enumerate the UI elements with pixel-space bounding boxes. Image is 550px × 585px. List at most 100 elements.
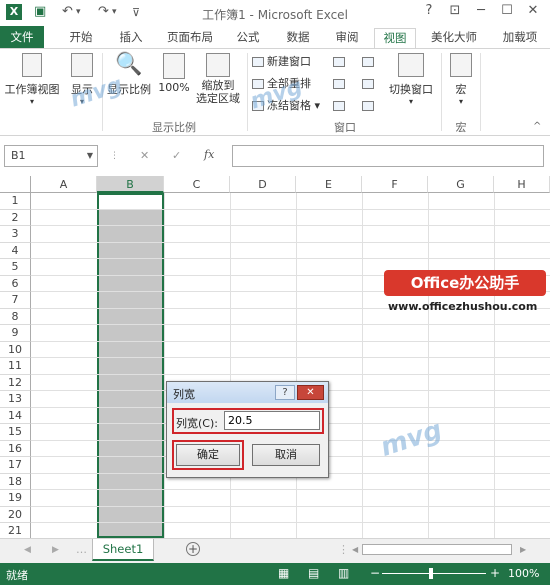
watermark-brand: Office办公助手 [384,270,546,296]
row-header[interactable]: 8 [0,308,31,325]
scroll-left-icon[interactable]: ◀ [352,545,358,554]
column-width-dialog: 列宽 ? ✕ 列宽(C): 20.5 确定 取消 [166,381,329,478]
dialog-titlebar[interactable]: 列宽 ? ✕ [167,382,328,403]
next-sheet-icon[interactable]: ▶ [52,545,59,555]
split-icon[interactable] [333,57,345,67]
row-header[interactable]: 14 [0,407,31,424]
row-header[interactable]: 7 [0,292,31,309]
zoom-in-icon[interactable]: + [490,566,500,580]
cancel-button[interactable]: 取消 [252,444,320,466]
zoom-slider[interactable] [382,573,486,574]
sheet-tab-sheet1[interactable]: Sheet1 [92,539,154,561]
switch-windows-icon [398,53,424,77]
help-icon[interactable]: ? [418,3,440,21]
page-break-view-icon[interactable]: ▥ [338,566,349,580]
unhide-icon[interactable] [333,101,345,111]
column-header-f[interactable]: F [362,176,428,193]
ok-button[interactable]: 确定 [176,444,240,466]
zoom-out-icon[interactable]: − [370,566,380,580]
formula-bar: B1 ▼ ⋮ ✕ ✓ fx [0,142,550,172]
tab-insert[interactable]: 插入 [112,29,150,48]
active-cell-b1[interactable] [99,195,162,209]
group-zoom-label: 显示比例 [152,121,196,134]
tab-home[interactable]: 开始 [62,29,100,48]
worksheet-grid[interactable]: A B C D E F G H 1 2 3 4 5 6 7 8 9 10 11 12 13 14 15 16 1… [0,176,550,540]
row-header[interactable]: 18 [0,473,31,490]
column-header-e[interactable]: E [296,176,362,193]
row-header[interactable]: 5 [0,259,31,276]
ribbon-display-icon[interactable]: ⊡ [444,3,466,21]
prev-sheet-icon[interactable]: ◀ [24,545,31,555]
hide-icon[interactable] [333,79,345,89]
selected-column-b[interactable] [97,193,164,538]
title-bar: X ▣ ↶ ▾ ↷ ▾ ⊽ 工作簿1 - Microsoft Excel ? ⊡… [0,0,550,26]
new-window-label: 新建窗口 [267,55,311,68]
zoom-slider-thumb[interactable] [429,568,433,579]
tab-beautify[interactable]: 美化大师 [426,29,482,48]
zoom-100-button[interactable]: 100% [156,53,192,94]
name-box[interactable]: B1 ▼ [4,145,98,167]
close-icon[interactable]: ✕ [522,3,544,21]
zoom-level[interactable]: 100% [508,567,539,580]
tab-file[interactable]: 文件 [0,26,44,48]
new-window-button[interactable]: 新建窗口 [252,54,311,70]
select-all-corner[interactable] [0,176,31,193]
reset-position-icon[interactable] [362,101,374,111]
enter-entry-icon[interactable]: ✓ [172,149,181,162]
maximize-icon[interactable]: ☐ [496,3,518,21]
tab-addins[interactable]: 加载项 [498,29,542,48]
row-header[interactable]: 10 [0,341,31,358]
page-layout-view-icon[interactable]: ▤ [308,566,319,580]
tab-review[interactable]: 审阅 [328,29,366,48]
row-header[interactable]: 6 [0,275,31,292]
switch-windows-button[interactable]: 切换窗口 ▾ [384,53,438,106]
collapse-ribbon-icon[interactable]: ^ [533,121,541,132]
row-header[interactable]: 15 [0,424,31,441]
workbook-view-icon [22,53,42,77]
row-header[interactable]: 12 [0,374,31,391]
column-header-h[interactable]: H [494,176,550,193]
cancel-entry-icon[interactable]: ✕ [140,149,149,162]
column-header-b[interactable]: B [97,176,164,193]
name-box-dropdown-icon[interactable]: ▼ [87,146,93,166]
row-header[interactable]: 19 [0,490,31,507]
horizontal-scrollbar[interactable] [362,544,512,555]
row-header[interactable]: 20 [0,506,31,523]
row-header[interactable]: 11 [0,358,31,375]
column-header-d[interactable]: D [230,176,296,193]
minimize-icon[interactable]: ─ [470,3,492,21]
tab-page-layout[interactable]: 页面布局 [162,29,218,48]
row-header[interactable]: 17 [0,457,31,474]
zoom-100-label: 100% [158,81,190,94]
tab-data[interactable]: 数据 [279,29,317,48]
status-text: 就绪 [6,569,28,582]
zoom-to-selection-button[interactable]: 缩放到 选定区域 [192,53,244,105]
tab-formulas[interactable]: 公式 [229,29,267,48]
row-header[interactable]: 3 [0,226,31,243]
status-bar: 就绪 ▦ ▤ ▥ − + 100% [0,563,550,585]
row-header[interactable]: 13 [0,391,31,408]
tab-view[interactable]: 视图 [374,28,416,48]
formula-input[interactable] [232,145,544,167]
dialog-close-icon[interactable]: ✕ [297,385,324,400]
sync-scroll-icon[interactable] [362,79,374,89]
normal-view-icon[interactable]: ▦ [278,566,289,580]
scroll-right-icon[interactable]: ▶ [520,545,526,554]
row-header[interactable]: 1 [0,193,31,210]
column-header-g[interactable]: G [428,176,494,193]
zoom-selection-icon [206,53,230,77]
new-sheet-icon[interactable]: + [186,542,200,556]
dialog-help-icon[interactable]: ? [275,385,295,400]
row-header[interactable]: 9 [0,325,31,342]
row-header[interactable]: 16 [0,440,31,457]
column-header-a[interactable]: A [31,176,97,193]
macros-button[interactable]: 宏 ▾ [446,53,476,106]
view-side-by-side-icon[interactable] [362,57,374,67]
insert-function-icon[interactable]: fx [204,148,214,161]
workbook-views-button[interactable]: 工作簿视图 ▾ [2,53,62,106]
macro-icon [450,53,472,77]
column-header-c[interactable]: C [164,176,230,193]
row-header[interactable]: 2 [0,209,31,226]
row-header[interactable]: 4 [0,242,31,259]
column-width-input[interactable]: 20.5 [224,411,320,430]
